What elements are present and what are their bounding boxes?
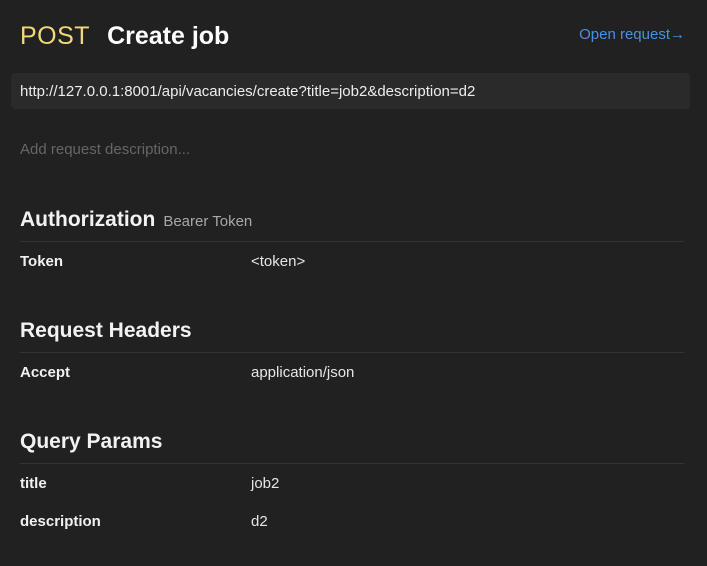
param-key: title	[20, 475, 47, 492]
http-method-badge: POST	[20, 21, 91, 50]
param-row: Accept application/json	[20, 353, 684, 391]
request-header: POST Create job Open request→	[20, 18, 685, 54]
param-value: job2	[251, 475, 280, 492]
request-doc-page: POST Create job Open request→ http://127…	[0, 0, 707, 566]
param-value: d2	[251, 513, 268, 530]
request-url[interactable]: http://127.0.0.1:8001/api/vacancies/crea…	[11, 73, 690, 109]
query-params-header: Query Params	[20, 430, 684, 464]
param-key: Token	[20, 253, 64, 270]
param-row: Token <token>	[20, 242, 684, 280]
param-value: application/json	[251, 364, 355, 381]
query-params-section: Query Params title job2 description d2	[20, 430, 684, 540]
param-key: Accept	[20, 364, 71, 381]
param-value: <token>	[251, 253, 306, 270]
section-title: Query Params	[20, 430, 163, 453]
request-headers-section: Request Headers Accept application/json	[20, 319, 684, 391]
open-request-link[interactable]: Open request→	[579, 26, 685, 43]
auth-type-label: Bearer Token	[163, 213, 253, 230]
request-description-placeholder[interactable]: Add request description...	[20, 141, 190, 158]
request-headers-header: Request Headers	[20, 319, 684, 353]
param-row: description d2	[20, 502, 684, 540]
section-title: Authorization	[20, 208, 156, 231]
request-title: Create job	[107, 21, 230, 50]
param-row: title job2	[20, 464, 684, 502]
authorization-header: Authorization Bearer Token	[20, 208, 684, 242]
param-key: description	[20, 513, 101, 530]
authorization-section: Authorization Bearer Token Token <token>	[20, 208, 684, 280]
section-title: Request Headers	[20, 319, 192, 342]
